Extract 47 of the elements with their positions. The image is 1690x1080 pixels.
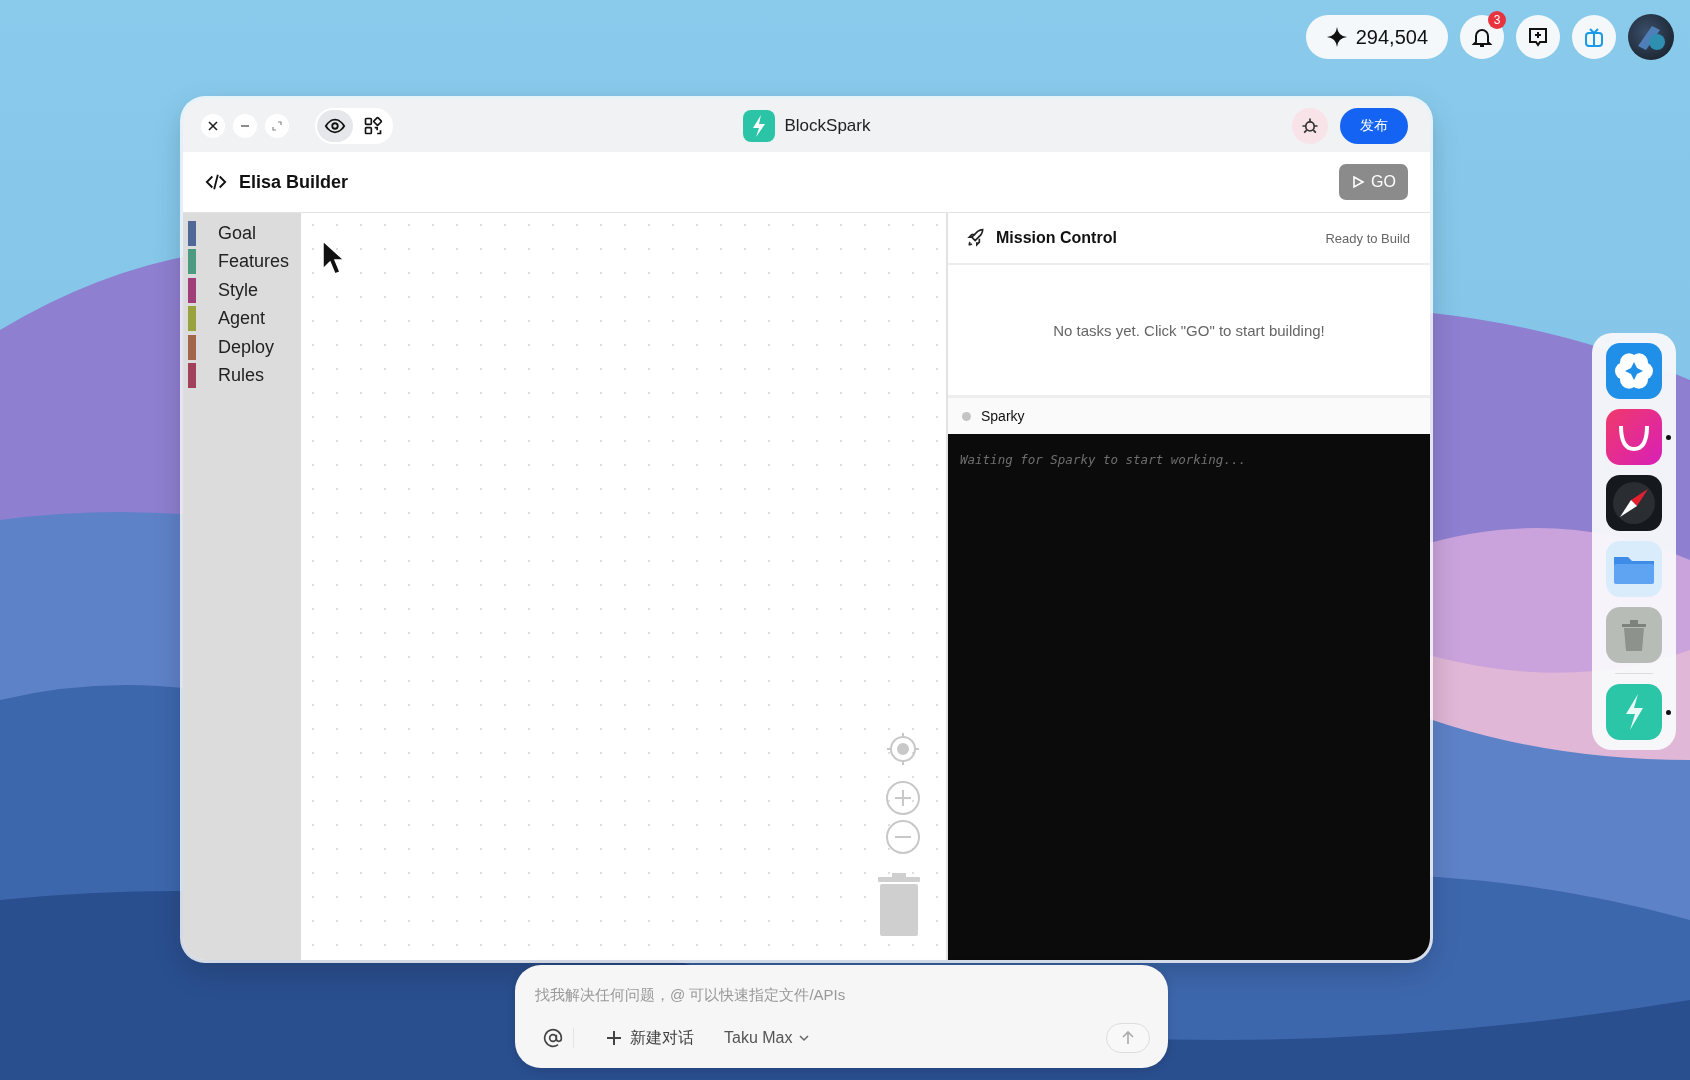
debug-button[interactable] bbox=[1292, 107, 1328, 144]
publish-button[interactable]: 发布 bbox=[1340, 107, 1408, 144]
build-status: Ready to Build bbox=[1325, 230, 1410, 246]
crosshair-icon bbox=[885, 731, 921, 767]
model-selector[interactable]: Taku Max bbox=[718, 1028, 817, 1048]
plus-icon bbox=[606, 1030, 622, 1046]
trash-icon bbox=[876, 873, 922, 937]
send-button[interactable] bbox=[1106, 1023, 1150, 1053]
app-logo-icon bbox=[742, 109, 775, 142]
play-icon bbox=[1351, 175, 1366, 189]
log-line: Waiting for Sparky to start working... bbox=[960, 452, 1246, 467]
block-category[interactable]: Style bbox=[183, 276, 301, 305]
shopping-bag-icon[interactable] bbox=[1606, 409, 1662, 465]
credits-balance[interactable]: 294,504 bbox=[1305, 15, 1448, 59]
block-category[interactable]: Features bbox=[183, 247, 301, 276]
block-category[interactable]: Rules bbox=[183, 361, 301, 390]
mouse-pointer-icon bbox=[321, 239, 345, 277]
chevron-down-icon bbox=[798, 1032, 811, 1044]
compass-icon[interactable] bbox=[1606, 475, 1662, 531]
trash-icon[interactable] bbox=[1606, 607, 1662, 663]
at-sign-icon bbox=[543, 1028, 563, 1048]
maximize-button[interactable] bbox=[265, 113, 289, 138]
empty-state-message: No tasks yet. Click "GO" to start building! bbox=[1053, 321, 1325, 339]
folder-icon[interactable] bbox=[1606, 541, 1662, 597]
minus-icon bbox=[885, 819, 921, 855]
block-category[interactable]: Agent bbox=[183, 304, 301, 333]
window-title: BlockSpark bbox=[784, 115, 871, 136]
builder-title: Elisa Builder bbox=[239, 171, 349, 193]
new-chat-button[interactable]: 新建对话 bbox=[600, 1026, 700, 1050]
block-category[interactable]: Deploy bbox=[183, 333, 301, 362]
arrow-up-icon bbox=[1120, 1030, 1136, 1046]
expand-icon bbox=[272, 120, 282, 131]
block-category[interactable]: Goal bbox=[183, 219, 301, 248]
preview-toggle[interactable] bbox=[317, 109, 353, 142]
chat-input[interactable]: 找我解决任何问题，@ 可以快速指定文件/APIs 新建对话 Taku Max bbox=[515, 965, 1168, 1068]
message-plus-icon bbox=[1526, 25, 1550, 49]
close-button[interactable] bbox=[201, 113, 225, 138]
agent-name: Sparky bbox=[981, 408, 1025, 424]
panel-title: Mission Control bbox=[996, 229, 1117, 247]
gift-icon bbox=[1582, 25, 1606, 49]
plus-icon bbox=[885, 780, 921, 816]
qr-code-icon bbox=[363, 115, 383, 136]
credits-value: 294,504 bbox=[1355, 25, 1428, 49]
lightning-app-icon[interactable] bbox=[1606, 684, 1662, 740]
close-icon bbox=[207, 119, 219, 132]
rocket-icon bbox=[966, 228, 986, 248]
minimize-button[interactable] bbox=[233, 113, 257, 138]
